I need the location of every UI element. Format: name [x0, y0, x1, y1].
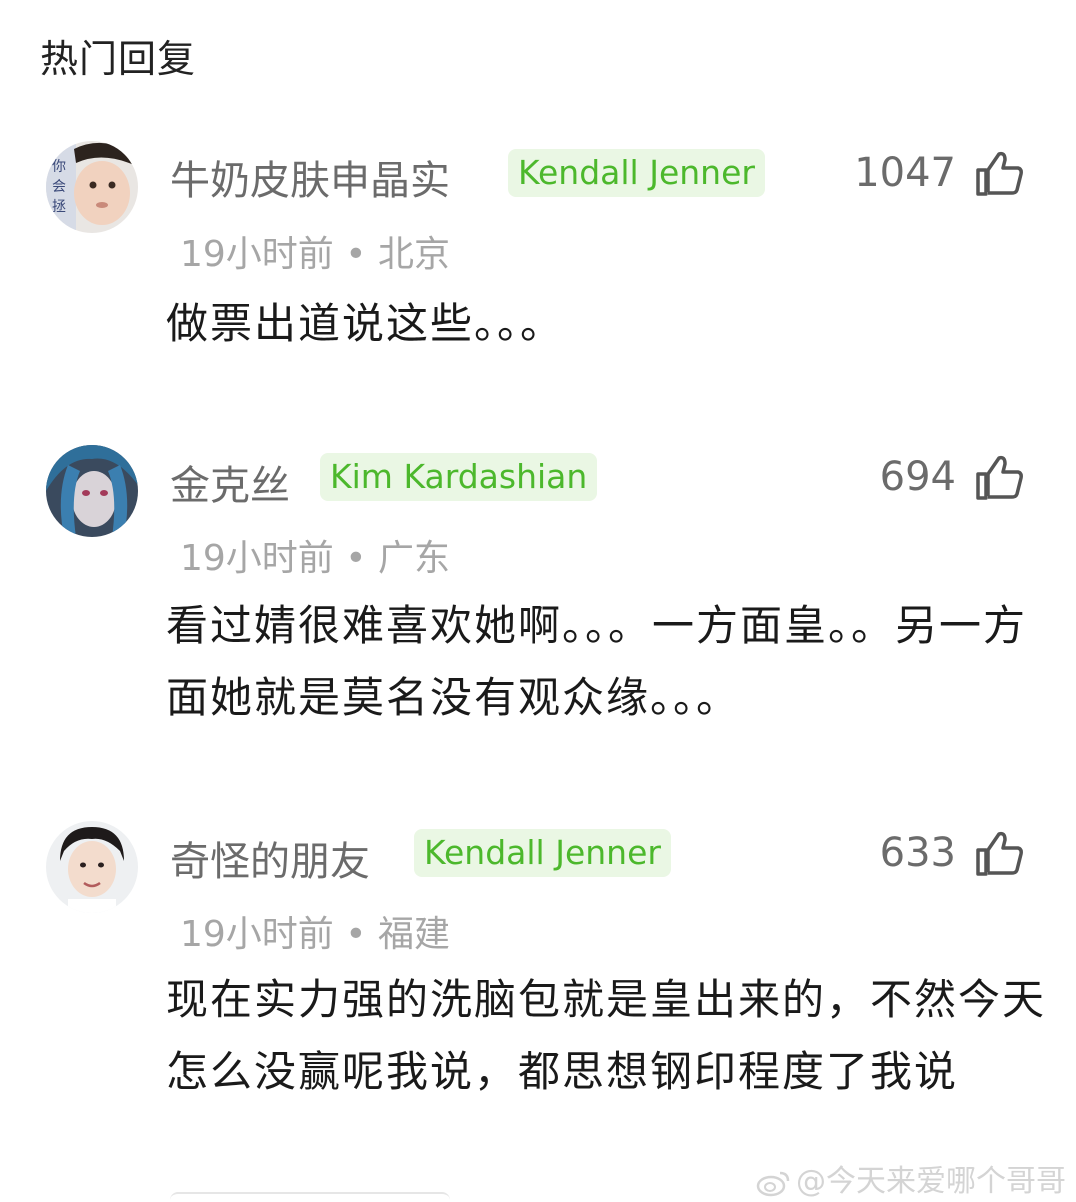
- next-comment-fragment: [170, 1192, 450, 1202]
- timestamp: 19小时前: [180, 234, 334, 275]
- weibo-logo-icon: [756, 1171, 790, 1196]
- timestamp: 19小时前: [180, 538, 334, 579]
- comment-meta: 19小时前 • 福建: [180, 905, 450, 957]
- location: 北京: [377, 234, 450, 275]
- svg-text:拯: 拯: [52, 199, 66, 215]
- avatar[interactable]: [46, 445, 138, 537]
- location: 广东: [377, 538, 450, 579]
- svg-text:会: 会: [52, 179, 66, 195]
- meta-separator: •: [345, 538, 378, 579]
- username[interactable]: 金克丝: [170, 453, 290, 511]
- thumbs-up-icon[interactable]: [972, 146, 1026, 200]
- meta-separator: •: [345, 914, 378, 955]
- watermark-text: @今天来爱哪个哥哥: [796, 1164, 1066, 1199]
- comment-text: 看过婧很难喜欢她啊。。。一方面皇。。另一方面她就是莫名没有观众缘。。。: [166, 601, 1028, 722]
- avatar[interactable]: [46, 821, 138, 913]
- comment-meta: 19小时前 • 北京: [180, 225, 450, 277]
- thumbs-up-icon[interactable]: [972, 826, 1026, 880]
- fan-badge[interactable]: Kim Kardashian: [320, 453, 598, 501]
- section-title: 热门回复: [40, 37, 197, 81]
- username[interactable]: 牛奶皮肤申晶实: [170, 148, 450, 206]
- thumbs-up-icon[interactable]: [972, 450, 1026, 504]
- svg-text:你: 你: [52, 159, 66, 175]
- like-count: 633: [879, 830, 956, 876]
- fan-badge[interactable]: Kendall Jenner: [414, 829, 671, 877]
- like-count: 1047: [854, 150, 956, 196]
- comment-text: 做票出道说这些。。。: [166, 299, 565, 348]
- comment-meta: 19小时前 • 广东: [180, 529, 450, 581]
- watermark: @今天来爱哪个哥哥: [756, 1156, 1066, 1200]
- timestamp: 19小时前: [180, 914, 334, 955]
- fan-badge[interactable]: Kendall Jenner: [508, 149, 765, 197]
- comment-text: 现在实力强的洗脑包就是皇出来的，不然今天怎么没赢呢我说，都思想钢印程度了我说: [166, 975, 1047, 1096]
- like-count: 694: [879, 454, 956, 500]
- location: 福建: [377, 914, 450, 955]
- meta-separator: •: [345, 234, 378, 275]
- avatar[interactable]: 你 会 拯: [46, 141, 138, 233]
- username[interactable]: 奇怪的朋友: [170, 829, 370, 887]
